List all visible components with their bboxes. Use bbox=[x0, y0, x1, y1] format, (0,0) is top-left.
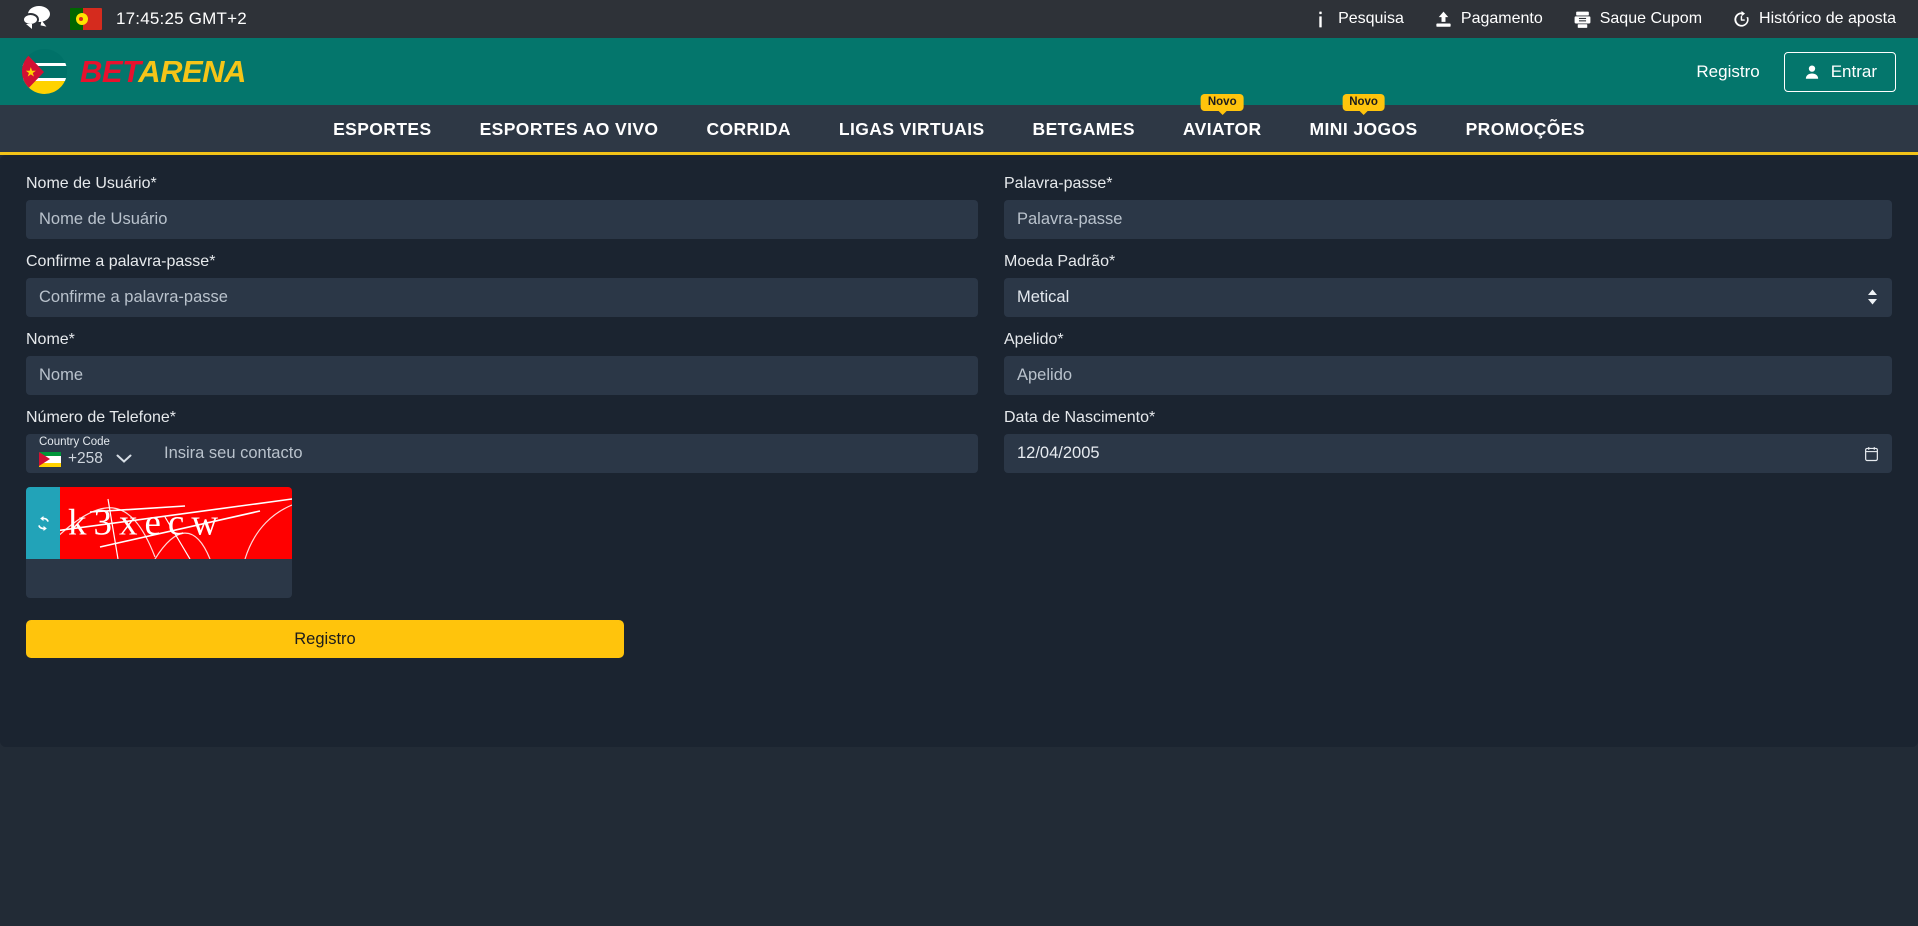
nav-label: CORRIDA bbox=[706, 118, 791, 139]
currency-select-wrapper: Metical bbox=[1004, 278, 1892, 317]
topbar-link-label: Saque Cupom bbox=[1599, 10, 1703, 27]
field-birthdate: Data de Nascimento* bbox=[1004, 409, 1892, 473]
nav-item-betgames[interactable]: BETGAMES bbox=[1009, 104, 1159, 154]
topbar-link-label: Pesquisa bbox=[1338, 10, 1404, 27]
brand-logo[interactable]: ★ BETARENA bbox=[22, 49, 246, 94]
form-left-column: Nome de Usuário* Confirme a palavra-pass… bbox=[26, 175, 978, 658]
novo-badge: Novo bbox=[1342, 93, 1385, 112]
birthdate-input[interactable] bbox=[1004, 434, 1892, 473]
header-register-link[interactable]: Registro bbox=[1696, 62, 1759, 82]
field-phone: Número de Telefone* Country Code +258 bbox=[26, 409, 978, 473]
captcha-input[interactable] bbox=[26, 559, 292, 598]
name-input[interactable] bbox=[26, 356, 978, 395]
nickname-input[interactable] bbox=[1004, 356, 1892, 395]
nav-label: ESPORTES bbox=[333, 118, 432, 139]
ticket-printer-icon bbox=[1574, 11, 1591, 28]
country-code-value-group: +258 bbox=[39, 450, 132, 468]
nav-item-esportes-ao-vivo[interactable]: ESPORTES AO VIVO bbox=[456, 104, 683, 154]
logo-arena-text: ARENA bbox=[138, 53, 246, 89]
login-button-label: Entrar bbox=[1830, 61, 1877, 81]
nav-item-promocoes[interactable]: PROMOÇÕES bbox=[1442, 104, 1609, 154]
logo-bet-text: BET bbox=[80, 53, 139, 89]
nav-item-aviator[interactable]: Novo AVIATOR bbox=[1159, 93, 1286, 154]
mozambique-flag-icon bbox=[39, 451, 61, 467]
nav-label: BETGAMES bbox=[1032, 118, 1135, 139]
upload-payment-icon bbox=[1436, 11, 1451, 27]
refresh-icon bbox=[37, 515, 49, 531]
main-navigation: ESPORTES ESPORTES AO VIVO CORRIDA LIGAS … bbox=[0, 93, 1918, 155]
header-actions: Registro Entrar bbox=[1696, 51, 1896, 92]
topbar-link-label: Histórico de aposta bbox=[1759, 10, 1896, 27]
chevron-down-icon bbox=[116, 454, 132, 464]
novo-badge: Novo bbox=[1200, 93, 1244, 112]
user-icon bbox=[1805, 64, 1818, 79]
topbar-link-pagamento[interactable]: Pagamento bbox=[1434, 10, 1543, 29]
history-clock-icon bbox=[1734, 10, 1749, 27]
topbar-link-historico-aposta[interactable]: Histórico de aposta bbox=[1732, 10, 1896, 29]
label-confirm-password: Confirme a palavra-passe* bbox=[26, 253, 216, 270]
login-button[interactable]: Entrar bbox=[1783, 51, 1896, 92]
field-currency: Moeda Padrão* Metical bbox=[1004, 253, 1892, 317]
registration-form-grid: Nome de Usuário* Confirme a palavra-pass… bbox=[26, 175, 1892, 658]
captcha-refresh-button[interactable] bbox=[26, 487, 60, 559]
nav-label: LIGAS VIRTUAIS bbox=[838, 118, 985, 139]
label-password: Palavra-passe* bbox=[1004, 175, 1113, 192]
topbar-link-pesquisa[interactable]: Pesquisa bbox=[1311, 10, 1404, 29]
topbar-link-saque-cupom[interactable]: Saque Cupom bbox=[1573, 10, 1702, 29]
topbar-link-label: Pagamento bbox=[1460, 10, 1543, 27]
label-phone: Número de Telefone* bbox=[26, 409, 177, 426]
topbar-left-group: 17:45:25 GMT+2 bbox=[22, 6, 247, 32]
field-password: Palavra-passe* bbox=[1004, 175, 1892, 239]
captcha-image-row: k3xecw bbox=[26, 487, 292, 559]
nav-label: ESPORTES AO VIVO bbox=[479, 118, 659, 139]
topbar-links-group: Pesquisa Pagamento Saque Cupom Histórico… bbox=[1311, 10, 1896, 29]
register-submit-button[interactable]: Registro bbox=[26, 620, 624, 658]
nav-item-ligas-virtuais[interactable]: LIGAS VIRTUAIS bbox=[815, 104, 1009, 154]
captcha-block: k3xecw bbox=[26, 487, 292, 598]
currency-select[interactable]: Metical bbox=[1004, 278, 1892, 317]
birthdate-wrapper bbox=[1004, 434, 1892, 473]
logo-text: BETARENA bbox=[80, 54, 246, 90]
site-header: ★ BETARENA Registro Entrar bbox=[0, 38, 1918, 105]
nav-item-corrida[interactable]: CORRIDA bbox=[682, 104, 814, 154]
info-icon bbox=[1319, 11, 1322, 27]
field-nickname: Apelido* bbox=[1004, 331, 1892, 395]
form-right-column: Palavra-passe* Moeda Padrão* Metical bbox=[1004, 175, 1892, 658]
nav-item-mini-jogos[interactable]: Novo MINI JOGOS bbox=[1286, 93, 1442, 154]
captcha-text: k3xecw bbox=[68, 502, 226, 544]
phone-number-input[interactable] bbox=[154, 434, 978, 473]
phone-input-row: Country Code +258 bbox=[26, 434, 978, 473]
country-code-value: +258 bbox=[68, 450, 103, 467]
password-input[interactable] bbox=[1004, 200, 1892, 239]
label-name: Nome* bbox=[26, 331, 75, 348]
username-input[interactable] bbox=[26, 200, 978, 239]
confirm-password-input[interactable] bbox=[26, 278, 978, 317]
top-utility-bar: 17:45:25 GMT+2 Pesquisa Pagamento Saque … bbox=[0, 0, 1918, 38]
nav-label: PROMOÇÕES bbox=[1465, 118, 1585, 139]
captcha-image: k3xecw bbox=[60, 487, 292, 559]
portugal-flag-icon[interactable] bbox=[70, 8, 102, 30]
nav-item-esportes[interactable]: ESPORTES bbox=[309, 104, 456, 154]
nav-label: AVIATOR bbox=[1182, 118, 1262, 139]
label-nickname: Apelido* bbox=[1004, 331, 1064, 348]
nav-label: MINI JOGOS bbox=[1309, 118, 1418, 139]
chat-bubbles-icon[interactable] bbox=[22, 6, 56, 32]
server-clock: 17:45:25 GMT+2 bbox=[116, 9, 247, 28]
field-name: Nome* bbox=[26, 331, 978, 395]
label-currency: Moeda Padrão* bbox=[1004, 253, 1116, 270]
label-birthdate: Data de Nascimento* bbox=[1004, 409, 1156, 426]
field-username: Nome de Usuário* bbox=[26, 175, 978, 239]
field-confirm-password: Confirme a palavra-passe* bbox=[26, 253, 978, 317]
currency-selected-value: Metical bbox=[1017, 288, 1070, 306]
country-code-label: Country Code bbox=[39, 436, 110, 448]
mozambique-flag-icon: ★ bbox=[22, 49, 67, 94]
label-username: Nome de Usuário* bbox=[26, 175, 157, 192]
right-column-spacer bbox=[1004, 487, 1892, 488]
registration-panel: Nome de Usuário* Confirme a palavra-pass… bbox=[0, 155, 1918, 747]
country-code-selector[interactable]: Country Code +258 bbox=[26, 434, 154, 473]
